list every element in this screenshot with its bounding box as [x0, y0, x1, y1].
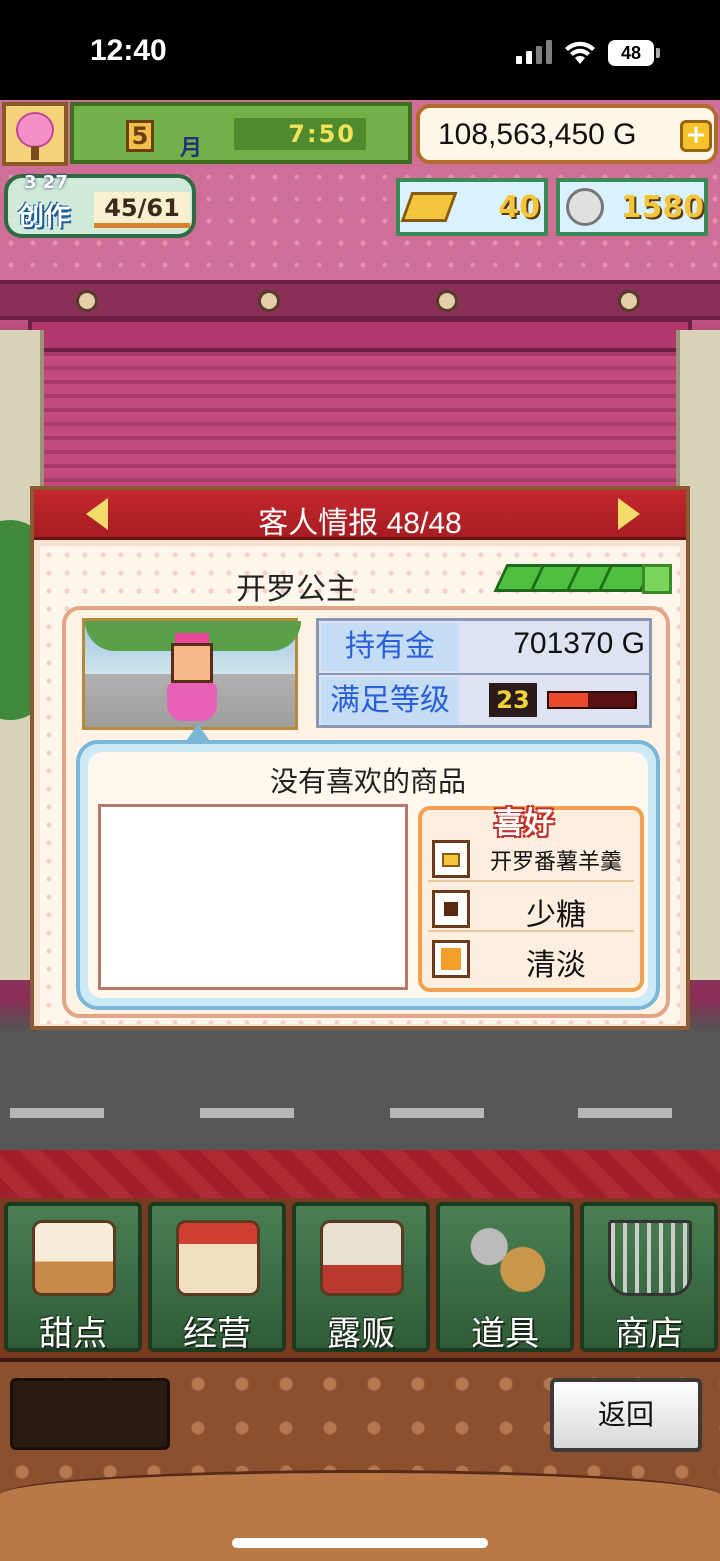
- held-money-value: 701370 G: [513, 627, 645, 660]
- money-panel: 108,563,450 G +: [416, 104, 718, 164]
- held-money-label: 持有金: [321, 623, 459, 671]
- medal-count: 1580: [620, 190, 705, 225]
- shutter-frame: [28, 318, 692, 352]
- lane-marking: [200, 1108, 294, 1118]
- preference-row: 少糖: [428, 886, 634, 932]
- customer-stats: 持有金 701370 G 满足等级 23: [316, 618, 652, 728]
- shopping-cart-icon: [608, 1220, 692, 1296]
- cake-icon: [32, 1220, 116, 1296]
- status-time: 12:40: [90, 34, 167, 67]
- battery-icon: 48: [608, 40, 654, 66]
- satisfaction-bar: [547, 691, 637, 709]
- month-number: 5: [126, 120, 154, 152]
- sidewalk-curb: [0, 1150, 720, 1200]
- bubble-message: 没有喜欢的商品: [269, 766, 466, 797]
- wifi-icon: [565, 41, 595, 64]
- customer-portrait: [82, 618, 301, 730]
- awning-bolt: [76, 290, 98, 312]
- gold-bar-panel[interactable]: 40: [396, 178, 548, 236]
- menu-label: 经营: [183, 1315, 251, 1353]
- shop-awning: [0, 280, 720, 320]
- food-truck-icon: [320, 1220, 404, 1296]
- tree-trunk: [31, 146, 39, 160]
- dialog-body: 开罗公主 持有金 701370 G 满足等级 23 没有喜欢的商品 喜好 开罗番…: [40, 546, 680, 1024]
- preference-row: 开罗番薯羊羹: [428, 836, 634, 882]
- dialog-title: 客人情报 48/48: [258, 507, 462, 540]
- create-panel[interactable]: 3 27 创作 45/61: [4, 172, 196, 238]
- awning-bolt: [618, 290, 640, 312]
- customer-info-dialog: 客人情报 48/48 开罗公主 持有金 701370 G 满足等级 23 没有喜…: [30, 486, 690, 1030]
- menu-label: 露贩: [327, 1315, 395, 1353]
- speech-bubble: 没有喜欢的商品 喜好 开罗番薯羊羹 少糖 清淡: [76, 724, 660, 1010]
- favorite-item-slot: [98, 804, 408, 990]
- gold-bar-count: 40: [498, 190, 540, 225]
- menu-label: 道具: [471, 1315, 539, 1353]
- dialog-header: 客人情报 48/48: [34, 490, 686, 540]
- preference-label: 少糖: [526, 899, 586, 932]
- menu-label: 商店: [615, 1315, 683, 1353]
- empty-slot: [10, 1378, 170, 1450]
- lane-marking: [10, 1108, 104, 1118]
- satisfaction-level: 23: [489, 683, 537, 717]
- game-clock: 7:50: [234, 118, 366, 150]
- preference-label: 清淡: [526, 949, 586, 982]
- money-amount: 108,563,450 G: [438, 118, 637, 151]
- road: [0, 1030, 720, 1160]
- gold-bar-icon: [400, 192, 458, 222]
- menu-manage-button[interactable]: 经营: [148, 1202, 286, 1353]
- arrow-right-icon[interactable]: [618, 498, 640, 530]
- shop-building-icon: [176, 1220, 260, 1296]
- preference-label: 开罗番薯羊羹: [489, 849, 622, 874]
- menu-stall-button[interactable]: 露贩: [292, 1202, 430, 1353]
- create-level: 3 27: [24, 172, 68, 193]
- cellular-signal-icon: [516, 40, 552, 64]
- home-indicator[interactable]: [232, 1538, 488, 1548]
- preferences-panel: 喜好 开罗番薯羊羹 少糖 清淡: [418, 806, 644, 992]
- status-bar: 12:40 48: [0, 0, 720, 100]
- bubble-content: 没有喜欢的商品 喜好 开罗番薯羊羹 少糖 清淡: [88, 752, 648, 998]
- satisfaction-bar-fill: [549, 693, 588, 707]
- lane-marking: [390, 1108, 484, 1118]
- medal-panel[interactable]: 1580: [556, 178, 708, 236]
- menu-shop-button[interactable]: 商店: [580, 1202, 718, 1353]
- satisfaction-label: 满足等级: [321, 677, 459, 725]
- battery-tip: [656, 48, 660, 58]
- awning-bolt: [258, 290, 280, 312]
- lane-marking: [578, 1108, 672, 1118]
- yokan-icon: [432, 840, 470, 878]
- create-count: 45/61: [94, 192, 190, 228]
- cash-stack-icon: [493, 560, 674, 598]
- date-panel: 5 月 7:50: [70, 102, 412, 164]
- month-label: 月: [180, 136, 203, 161]
- create-label: 创作: [18, 202, 71, 232]
- light-flavor-icon: [432, 940, 470, 978]
- awning-bolt: [436, 290, 458, 312]
- blossom-icon: [16, 112, 54, 148]
- menu-label: 甜点: [39, 1315, 107, 1353]
- preference-row: 清淡: [428, 936, 634, 982]
- customer-name: 开罗公主: [236, 573, 356, 606]
- items-bag-icon: [464, 1220, 548, 1296]
- low-sugar-icon: [432, 890, 470, 928]
- plus-icon[interactable]: +: [680, 120, 712, 152]
- season-tree-icon[interactable]: [2, 102, 68, 166]
- back-button[interactable]: 返回: [550, 1378, 702, 1452]
- menu-items-button[interactable]: 道具: [436, 1202, 574, 1353]
- bubble-tail: [184, 724, 212, 744]
- menu-dessert-button[interactable]: 甜点: [4, 1202, 142, 1353]
- main-menu: 甜点 经营 露贩 道具 商店: [0, 1198, 720, 1358]
- customer-detail-panel: 持有金 701370 G 满足等级 23 没有喜欢的商品 喜好 开罗番薯羊羹 少…: [62, 606, 670, 1018]
- divider: [319, 673, 649, 675]
- medal-icon: [566, 188, 604, 226]
